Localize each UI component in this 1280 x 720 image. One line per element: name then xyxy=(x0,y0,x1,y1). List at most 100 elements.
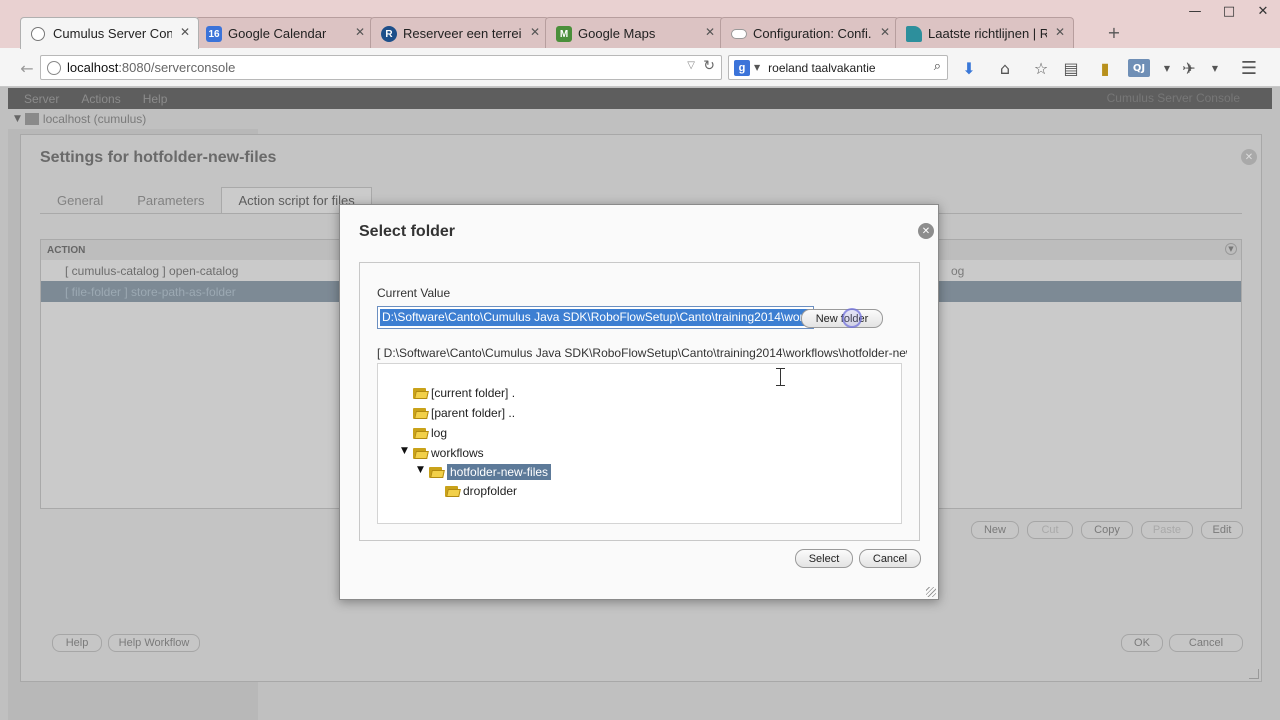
close-tab-icon[interactable]: ✕ xyxy=(1055,25,1065,39)
menu-actions[interactable]: Actions xyxy=(81,92,120,106)
close-tab-icon[interactable]: ✕ xyxy=(705,25,715,39)
new-action-button[interactable]: New xyxy=(971,521,1019,539)
text-cursor-icon xyxy=(776,368,785,386)
settings-title: Settings for hotfolder-new-files xyxy=(40,149,277,166)
tree-item-current-folder[interactable]: [current folder] . xyxy=(413,384,515,402)
ok-button[interactable]: OK xyxy=(1121,634,1163,652)
folder-icon xyxy=(429,466,445,478)
tree-root-node[interactable]: ▼ localhost (cumulus) xyxy=(8,109,258,129)
browser-tab[interactable]: Laatste richtlijnen | R... ✕ xyxy=(895,17,1074,48)
expand-icon[interactable]: ▼ xyxy=(14,114,21,124)
server-icon xyxy=(24,113,39,125)
reload-icon[interactable]: ↻ xyxy=(703,58,715,74)
help-workflow-button[interactable]: Help Workflow xyxy=(108,634,200,652)
close-icon[interactable]: ✕ xyxy=(918,223,934,239)
folder-icon xyxy=(413,407,429,419)
column-menu-icon[interactable]: ▼ xyxy=(1225,243,1237,255)
addon-icon[interactable]: ✈ xyxy=(1178,57,1200,79)
folder-icon xyxy=(445,485,461,497)
cancel-button[interactable]: Cancel xyxy=(1169,634,1243,652)
browser-tab[interactable]: R Reserveer een terrein ... ✕ xyxy=(370,17,549,48)
resize-grip[interactable] xyxy=(1249,669,1259,679)
row-tail-text: og xyxy=(951,263,965,278)
collapse-icon[interactable]: ▼ xyxy=(401,446,408,456)
browser-tab[interactable]: Cumulus Server Conso ✕ xyxy=(20,17,199,49)
tree-item-hotfolder-new-files[interactable]: ▼ hotfolder-new-files xyxy=(417,463,552,481)
column-action[interactable]: ACTION xyxy=(47,245,85,256)
back-button[interactable]: ← xyxy=(16,57,38,79)
tree-item-log[interactable]: log xyxy=(413,424,447,442)
paste-button[interactable]: Paste xyxy=(1141,521,1193,539)
new-folder-button[interactable]: New folder xyxy=(801,308,883,328)
maximize-button[interactable]: □ xyxy=(1212,0,1246,22)
reservation-icon: R xyxy=(381,26,397,42)
folder-icon xyxy=(413,427,429,439)
select-button[interactable]: Select xyxy=(795,549,853,568)
tab-general[interactable]: General xyxy=(40,187,120,213)
browser-tab[interactable]: Configuration: Confi... ✕ xyxy=(720,17,899,48)
copy-button[interactable]: Copy xyxy=(1081,521,1133,539)
star-icon[interactable]: ☆ xyxy=(1030,57,1052,79)
tab-parameters[interactable]: Parameters xyxy=(120,187,221,213)
google-search-engine-icon[interactable]: g xyxy=(734,59,750,76)
edit-button[interactable]: Edit xyxy=(1201,521,1243,539)
chevron-down-icon[interactable]: ▼ xyxy=(1156,57,1178,79)
current-value-label: Current Value xyxy=(377,286,451,300)
bookmark-icon xyxy=(906,26,922,42)
cancel-dialog-button[interactable]: Cancel xyxy=(859,549,921,568)
reading-list-icon[interactable]: ▤ xyxy=(1060,57,1082,79)
tree-item-label: [parent folder] .. xyxy=(431,406,516,420)
row-action-text: [ file-folder ] store-path-as-folder xyxy=(65,284,236,299)
select-folder-dialog: Select folder ✕ Current Value D:\Softwar… xyxy=(339,204,939,600)
search-icon[interactable]: ⌕ xyxy=(934,59,941,74)
chevron-down-icon[interactable]: ▼ xyxy=(754,63,760,72)
close-tab-icon[interactable]: ✕ xyxy=(180,25,190,39)
cut-button[interactable]: Cut xyxy=(1027,521,1073,539)
tab-label: Configuration: Confi... xyxy=(753,25,872,41)
browser-tab[interactable]: M Google Maps ✕ xyxy=(545,17,724,48)
maps-icon: M xyxy=(556,26,572,42)
browser-toolbar: ← localhost:8080/serverconsole ▽ ↻ g ▼ r… xyxy=(0,48,1280,87)
tab-label: Reserveer een terrein ... xyxy=(403,25,522,41)
history-dropdown-icon[interactable]: ▽ xyxy=(687,60,695,71)
url-host: localhost xyxy=(67,60,119,75)
tree-item-label: [current folder] . xyxy=(431,386,516,400)
resize-grip[interactable] xyxy=(926,587,936,597)
tab-label: Laatste richtlijnen | R... xyxy=(928,25,1047,41)
extension-icon[interactable]: QJ xyxy=(1128,59,1150,77)
search-input[interactable]: roeland taalvakantie xyxy=(768,61,875,75)
tree-item-workflows[interactable]: ▼ workflows xyxy=(401,444,484,462)
address-bar[interactable]: localhost:8080/serverconsole ▽ ↻ xyxy=(40,55,722,80)
minimize-button[interactable]: — xyxy=(1178,0,1212,22)
tab-label: Cumulus Server Conso xyxy=(53,26,172,41)
home-icon[interactable]: ⌂ xyxy=(994,57,1016,79)
row-action-text: [ cumulus-catalog ] open-catalog xyxy=(65,263,239,278)
help-button[interactable]: Help xyxy=(52,634,102,652)
close-window-button[interactable]: ✕ xyxy=(1246,0,1280,22)
download-icon[interactable]: ⬇ xyxy=(958,57,980,79)
search-bar[interactable]: g ▼ roeland taalvakantie ⌕ xyxy=(728,55,948,80)
menu-icon[interactable]: ☰ xyxy=(1238,57,1260,79)
collapse-icon[interactable]: ▼ xyxy=(417,465,424,475)
tree-item-dropfolder[interactable]: dropfolder xyxy=(445,482,517,500)
tree-root-label: localhost (cumulus) xyxy=(42,112,147,126)
menu-help[interactable]: Help xyxy=(143,92,168,106)
folder-icon xyxy=(413,387,429,399)
tree-item-parent-folder[interactable]: [parent folder] .. xyxy=(413,404,515,422)
bookmarks-icon[interactable]: ▮ xyxy=(1094,57,1116,79)
folder-icon xyxy=(413,447,429,459)
close-icon[interactable]: ✕ xyxy=(1241,149,1257,165)
menu-server[interactable]: Server xyxy=(24,92,59,106)
new-tab-button[interactable]: + xyxy=(1104,22,1124,42)
dialog-title: Select folder xyxy=(359,223,456,240)
tree-item-label: hotfolder-new-files xyxy=(447,464,552,480)
current-value-input[interactable]: D:\Software\Canto\Cumulus Java SDK\RoboF… xyxy=(377,306,814,329)
browser-tab-strip: Cumulus Server Conso ✕ 16 Google Calenda… xyxy=(20,17,1074,49)
window-controls: — □ ✕ xyxy=(1178,0,1280,24)
close-tab-icon[interactable]: ✕ xyxy=(355,25,365,39)
close-tab-icon[interactable]: ✕ xyxy=(880,25,890,39)
folder-tree: [current folder] . [parent folder] .. lo… xyxy=(377,363,902,524)
chevron-down-icon[interactable]: ▼ xyxy=(1204,57,1226,79)
browser-tab[interactable]: 16 Google Calendar ✕ xyxy=(195,17,374,48)
close-tab-icon[interactable]: ✕ xyxy=(530,25,540,39)
